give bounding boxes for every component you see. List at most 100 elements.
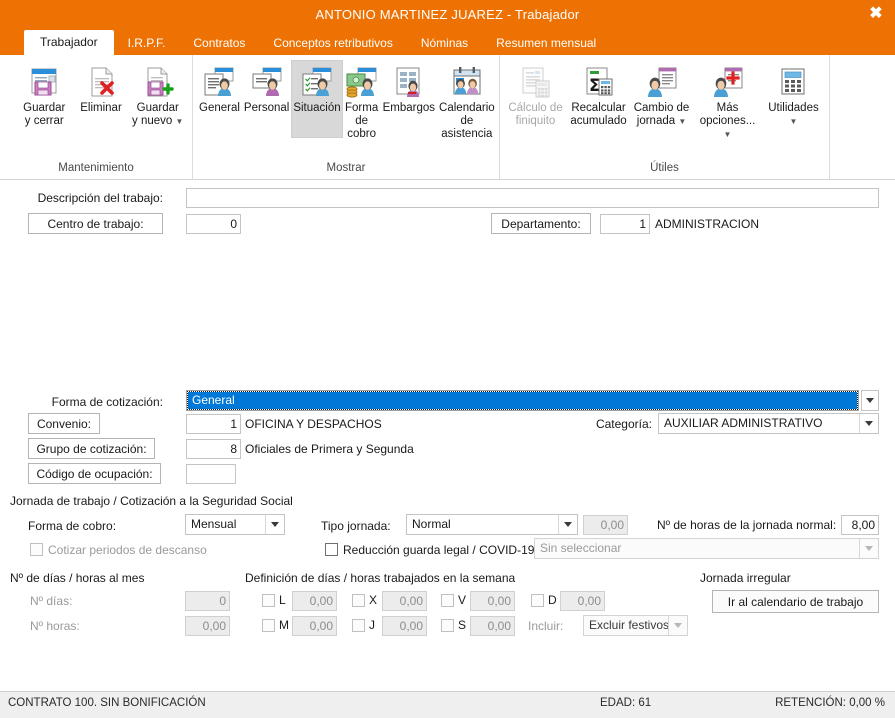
dia-j-checkbox[interactable] <box>352 619 365 632</box>
ribbon-button-label: Personal <box>243 102 290 114</box>
dia-d-checkbox[interactable] <box>531 594 544 607</box>
dia-l-checkbox[interactable] <box>262 594 275 607</box>
convenio-button[interactable]: Convenio: <box>28 413 100 434</box>
dia-x-label: X <box>369 593 378 607</box>
window-title: ANTONIO MARTINEZ JUAREZ - Trabajador <box>315 6 580 22</box>
ribbon-button-guardar-y-nuevo[interactable]: Guardar y nuevo ▼ <box>128 60 189 138</box>
grupo-cotizacion-code-input[interactable] <box>186 439 241 459</box>
dia-v-checkbox[interactable] <box>441 594 454 607</box>
dia-v-horas-input <box>470 591 515 611</box>
ribbon-button-embargos[interactable]: Embargos <box>381 60 437 138</box>
chevron-down-icon[interactable] <box>558 515 577 534</box>
chevron-down-icon[interactable]: ▼ <box>724 130 732 139</box>
ribbon-group-label: Mostrar <box>326 162 366 174</box>
ribbon-button-label: Cálculo de finiquito <box>508 102 563 127</box>
tab-resumen-mensual[interactable]: Resumen mensual <box>482 32 610 55</box>
ribbon-button-personal[interactable]: Personal <box>242 60 291 138</box>
dias-mes-section-title: Nº de días / horas al mes <box>10 571 145 585</box>
calendar-people-icon <box>450 64 484 100</box>
ribbon-button-calendario-de-asistencia[interactable]: Calendario de asistencia <box>437 60 497 144</box>
title-bar: ANTONIO MARTINEZ JUAREZ - Trabajador ✖ <box>0 0 895 28</box>
dia-m-horas-input <box>292 616 337 636</box>
dia-x-checkbox[interactable] <box>352 594 365 607</box>
dia-l-label: L <box>279 593 286 607</box>
forma-cobro-label: Forma de cobro: <box>28 519 117 533</box>
person-money-icon <box>345 64 379 100</box>
numero-horas-input <box>185 616 230 636</box>
ribbon-button-recalcular-acumulado[interactable]: Σ Recalcular acumulado <box>567 60 630 138</box>
ribbon-button-utilidades[interactable]: Utilidades ▼ <box>762 60 825 138</box>
grupo-cotizacion-button[interactable]: Grupo de cotización: <box>28 438 155 459</box>
dia-j-label: J <box>369 618 375 632</box>
ribbon-button-label: Calendario de asistencia <box>439 102 495 140</box>
dia-x-horas-input <box>382 591 427 611</box>
calculator-document-icon <box>519 64 553 100</box>
tab-conceptos-retributivos[interactable]: Conceptos retributivos <box>259 32 406 55</box>
delete-document-icon <box>84 64 118 100</box>
ir-al-calendario-de-trabajo-button[interactable]: Ir al calendario de trabajo <box>712 590 879 613</box>
ribbon-button-label: Más opciones... ▼ <box>695 102 760 141</box>
forma-cotizacion-combobox[interactable]: General <box>186 390 859 411</box>
ribbon-button-eliminar[interactable]: Eliminar <box>75 60 128 138</box>
chevron-down-icon[interactable]: ▼ <box>678 117 686 126</box>
categoria-label: Categoría: <box>595 417 652 431</box>
convenio-code-input[interactable] <box>186 414 241 434</box>
categoria-value: AUXILIAR ADMINISTRATIVO <box>664 416 823 430</box>
ribbon-button-label: General <box>199 102 240 114</box>
dia-s-label: S <box>458 618 467 632</box>
ribbon-button-situacion[interactable]: Situación <box>291 60 343 138</box>
sigma-calculator-icon: Σ <box>582 64 616 100</box>
tipo-jornada-combobox[interactable]: Normal <box>406 514 578 535</box>
person-schedule-icon <box>645 64 679 100</box>
tab-contratos[interactable]: Contratos <box>179 32 259 55</box>
cotizar-descanso-label: Cotizar periodos de descanso <box>48 543 207 557</box>
ribbon-button-label: Utilidades ▼ <box>764 102 823 128</box>
reduccion-guarda-legal-checkbox[interactable] <box>325 543 338 556</box>
calculator-icon <box>776 64 810 100</box>
dia-s-horas-input <box>470 616 515 636</box>
tipo-jornada-label: Tipo jornada: <box>321 519 391 533</box>
ribbon-button-forma-de-cobro[interactable]: Forma de cobro <box>343 60 381 144</box>
dia-s-checkbox[interactable] <box>441 619 454 632</box>
codigo-ocupacion-input[interactable] <box>186 464 236 484</box>
codigo-ocupacion-button[interactable]: Código de ocupación: <box>28 463 161 484</box>
tab-irpf[interactable]: I.R.P.F. <box>114 32 180 55</box>
dia-m-label: M <box>279 618 289 632</box>
centro-trabajo-button[interactable]: Centro de trabajo: <box>28 213 163 234</box>
chevron-down-icon[interactable] <box>265 515 284 534</box>
departamento-name-text: ADMINISTRACION <box>655 217 760 231</box>
chevron-down-icon[interactable] <box>859 414 878 433</box>
categoria-combobox[interactable]: AUXILIAR ADMINISTRATIVO <box>658 413 879 434</box>
tab-nominas[interactable]: Nóminas <box>407 32 482 55</box>
chevron-down-icon <box>866 398 874 403</box>
departamento-button[interactable]: Departamento: <box>491 213 591 234</box>
departamento-code-input[interactable] <box>600 214 650 234</box>
descripcion-trabajo-input[interactable] <box>186 188 879 208</box>
person-personal-icon <box>250 64 284 100</box>
ribbon-button-general[interactable]: General <box>197 60 242 138</box>
close-icon[interactable]: ✖ <box>861 0 891 27</box>
ribbon-group-utiles: Cálculo de finiquito Σ Recalcular acumul… <box>499 55 829 179</box>
centro-trabajo-code-input[interactable] <box>186 214 241 234</box>
chevron-down-icon <box>859 539 878 558</box>
dia-m-checkbox[interactable] <box>262 619 275 632</box>
forma-cobro-combobox[interactable]: Mensual <box>185 514 285 535</box>
ribbon-button-guardar-y-cerrar[interactable]: Guardar y cerrar <box>14 60 75 138</box>
ribbon-button-text: Utilidades <box>768 102 819 114</box>
tab-trabajador[interactable]: Trabajador <box>24 30 114 55</box>
person-checklist-icon <box>300 64 334 100</box>
jornada-irregular-section-title: Jornada irregular <box>700 571 791 585</box>
ribbon-button-cambio-de-jornada[interactable]: Cambio de jornada ▼ <box>630 60 693 138</box>
incluir-value: Excluir festivos <box>589 618 669 632</box>
horas-jornada-normal-input[interactable] <box>841 515 879 535</box>
ribbon-button-label: Forma de cobro <box>345 102 379 140</box>
jornada-section-title: Jornada de trabajo / Cotización a la Seg… <box>10 494 293 508</box>
forma-cotizacion-dropdown-arrow[interactable] <box>861 390 879 411</box>
dia-d-horas-input <box>560 591 605 611</box>
chevron-down-icon[interactable]: ▼ <box>176 117 184 126</box>
ribbon-button-mas-opciones[interactable]: Más opciones... ▼ <box>693 60 762 144</box>
ribbon-button-label: Cambio de jornada ▼ <box>634 102 690 128</box>
numero-dias-label: Nº días: <box>30 594 73 608</box>
chevron-down-icon[interactable]: ▼ <box>790 117 798 126</box>
reduccion-guarda-legal-label: Reducción guarda legal / COVID-19 <box>343 543 535 557</box>
